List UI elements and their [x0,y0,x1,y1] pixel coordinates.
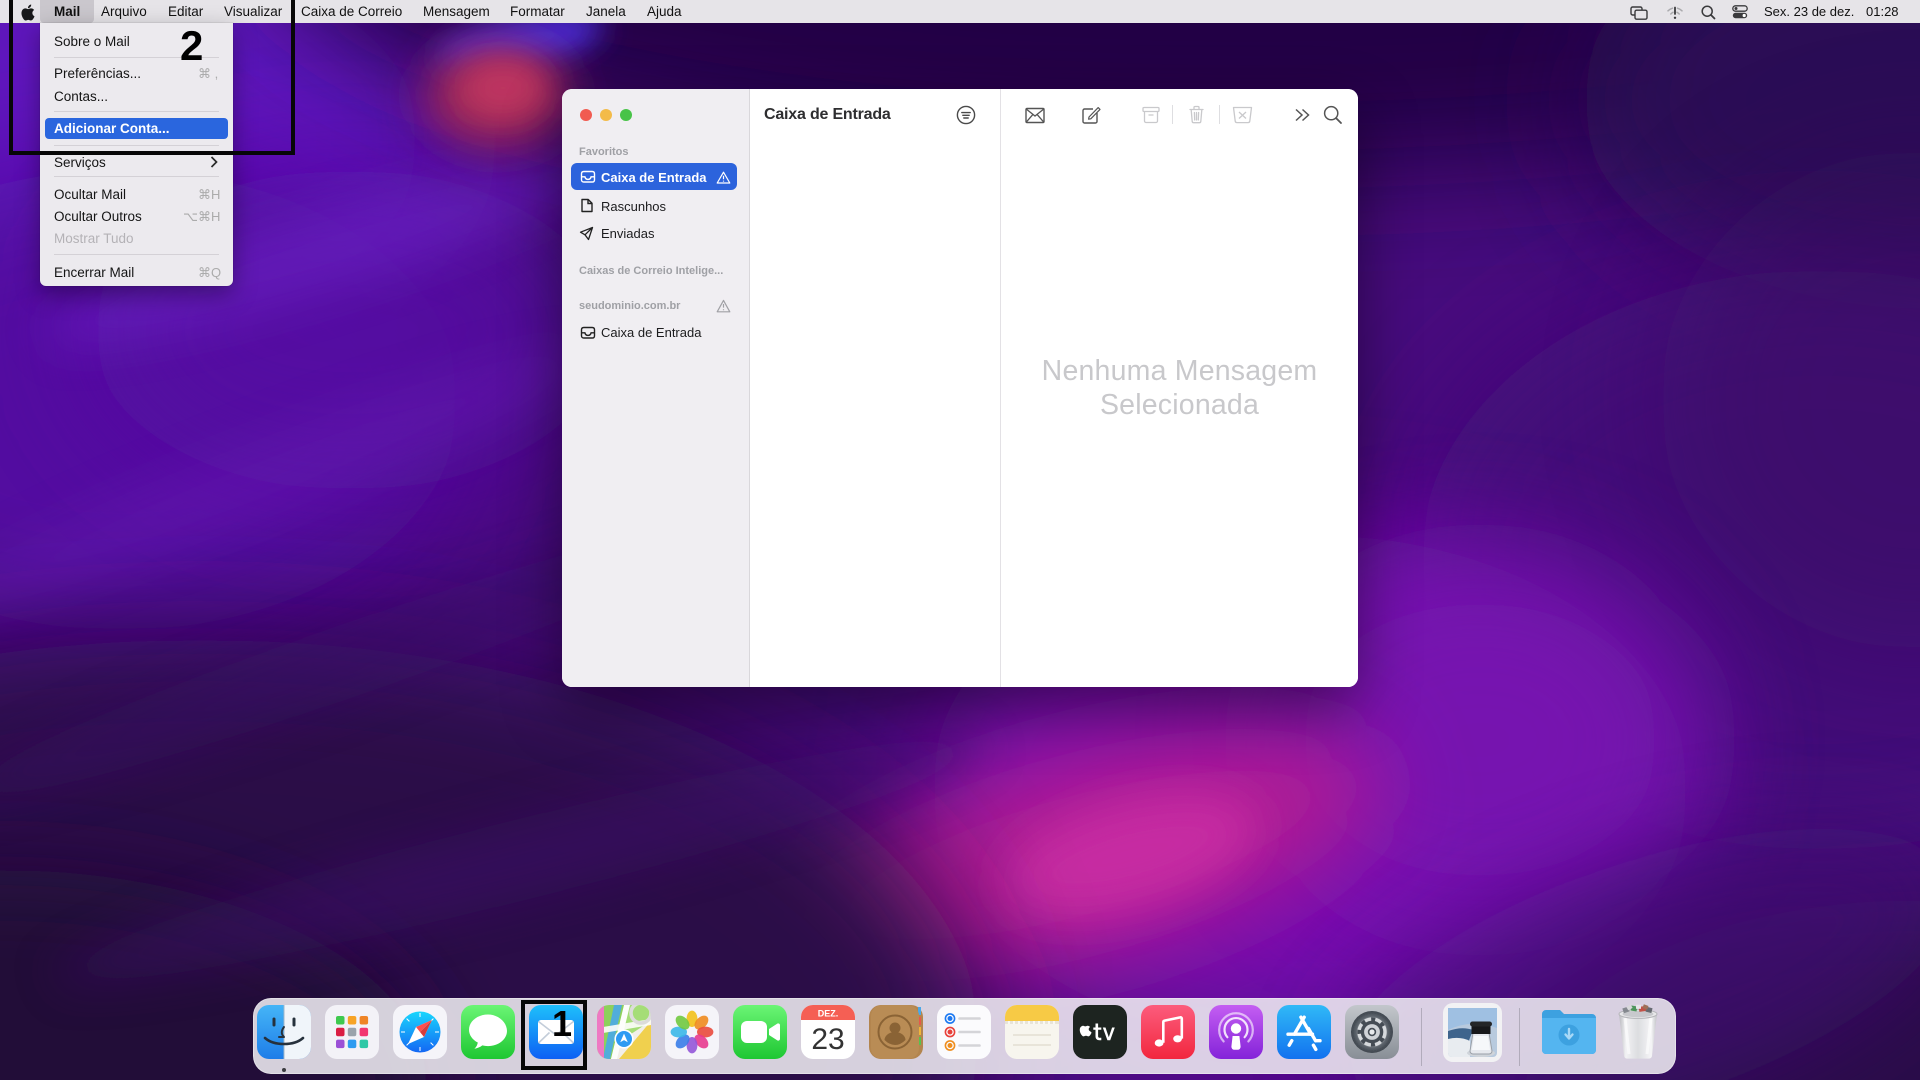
svg-text:23: 23 [811,1023,844,1056]
svg-text:DEZ.: DEZ. [818,1009,839,1019]
